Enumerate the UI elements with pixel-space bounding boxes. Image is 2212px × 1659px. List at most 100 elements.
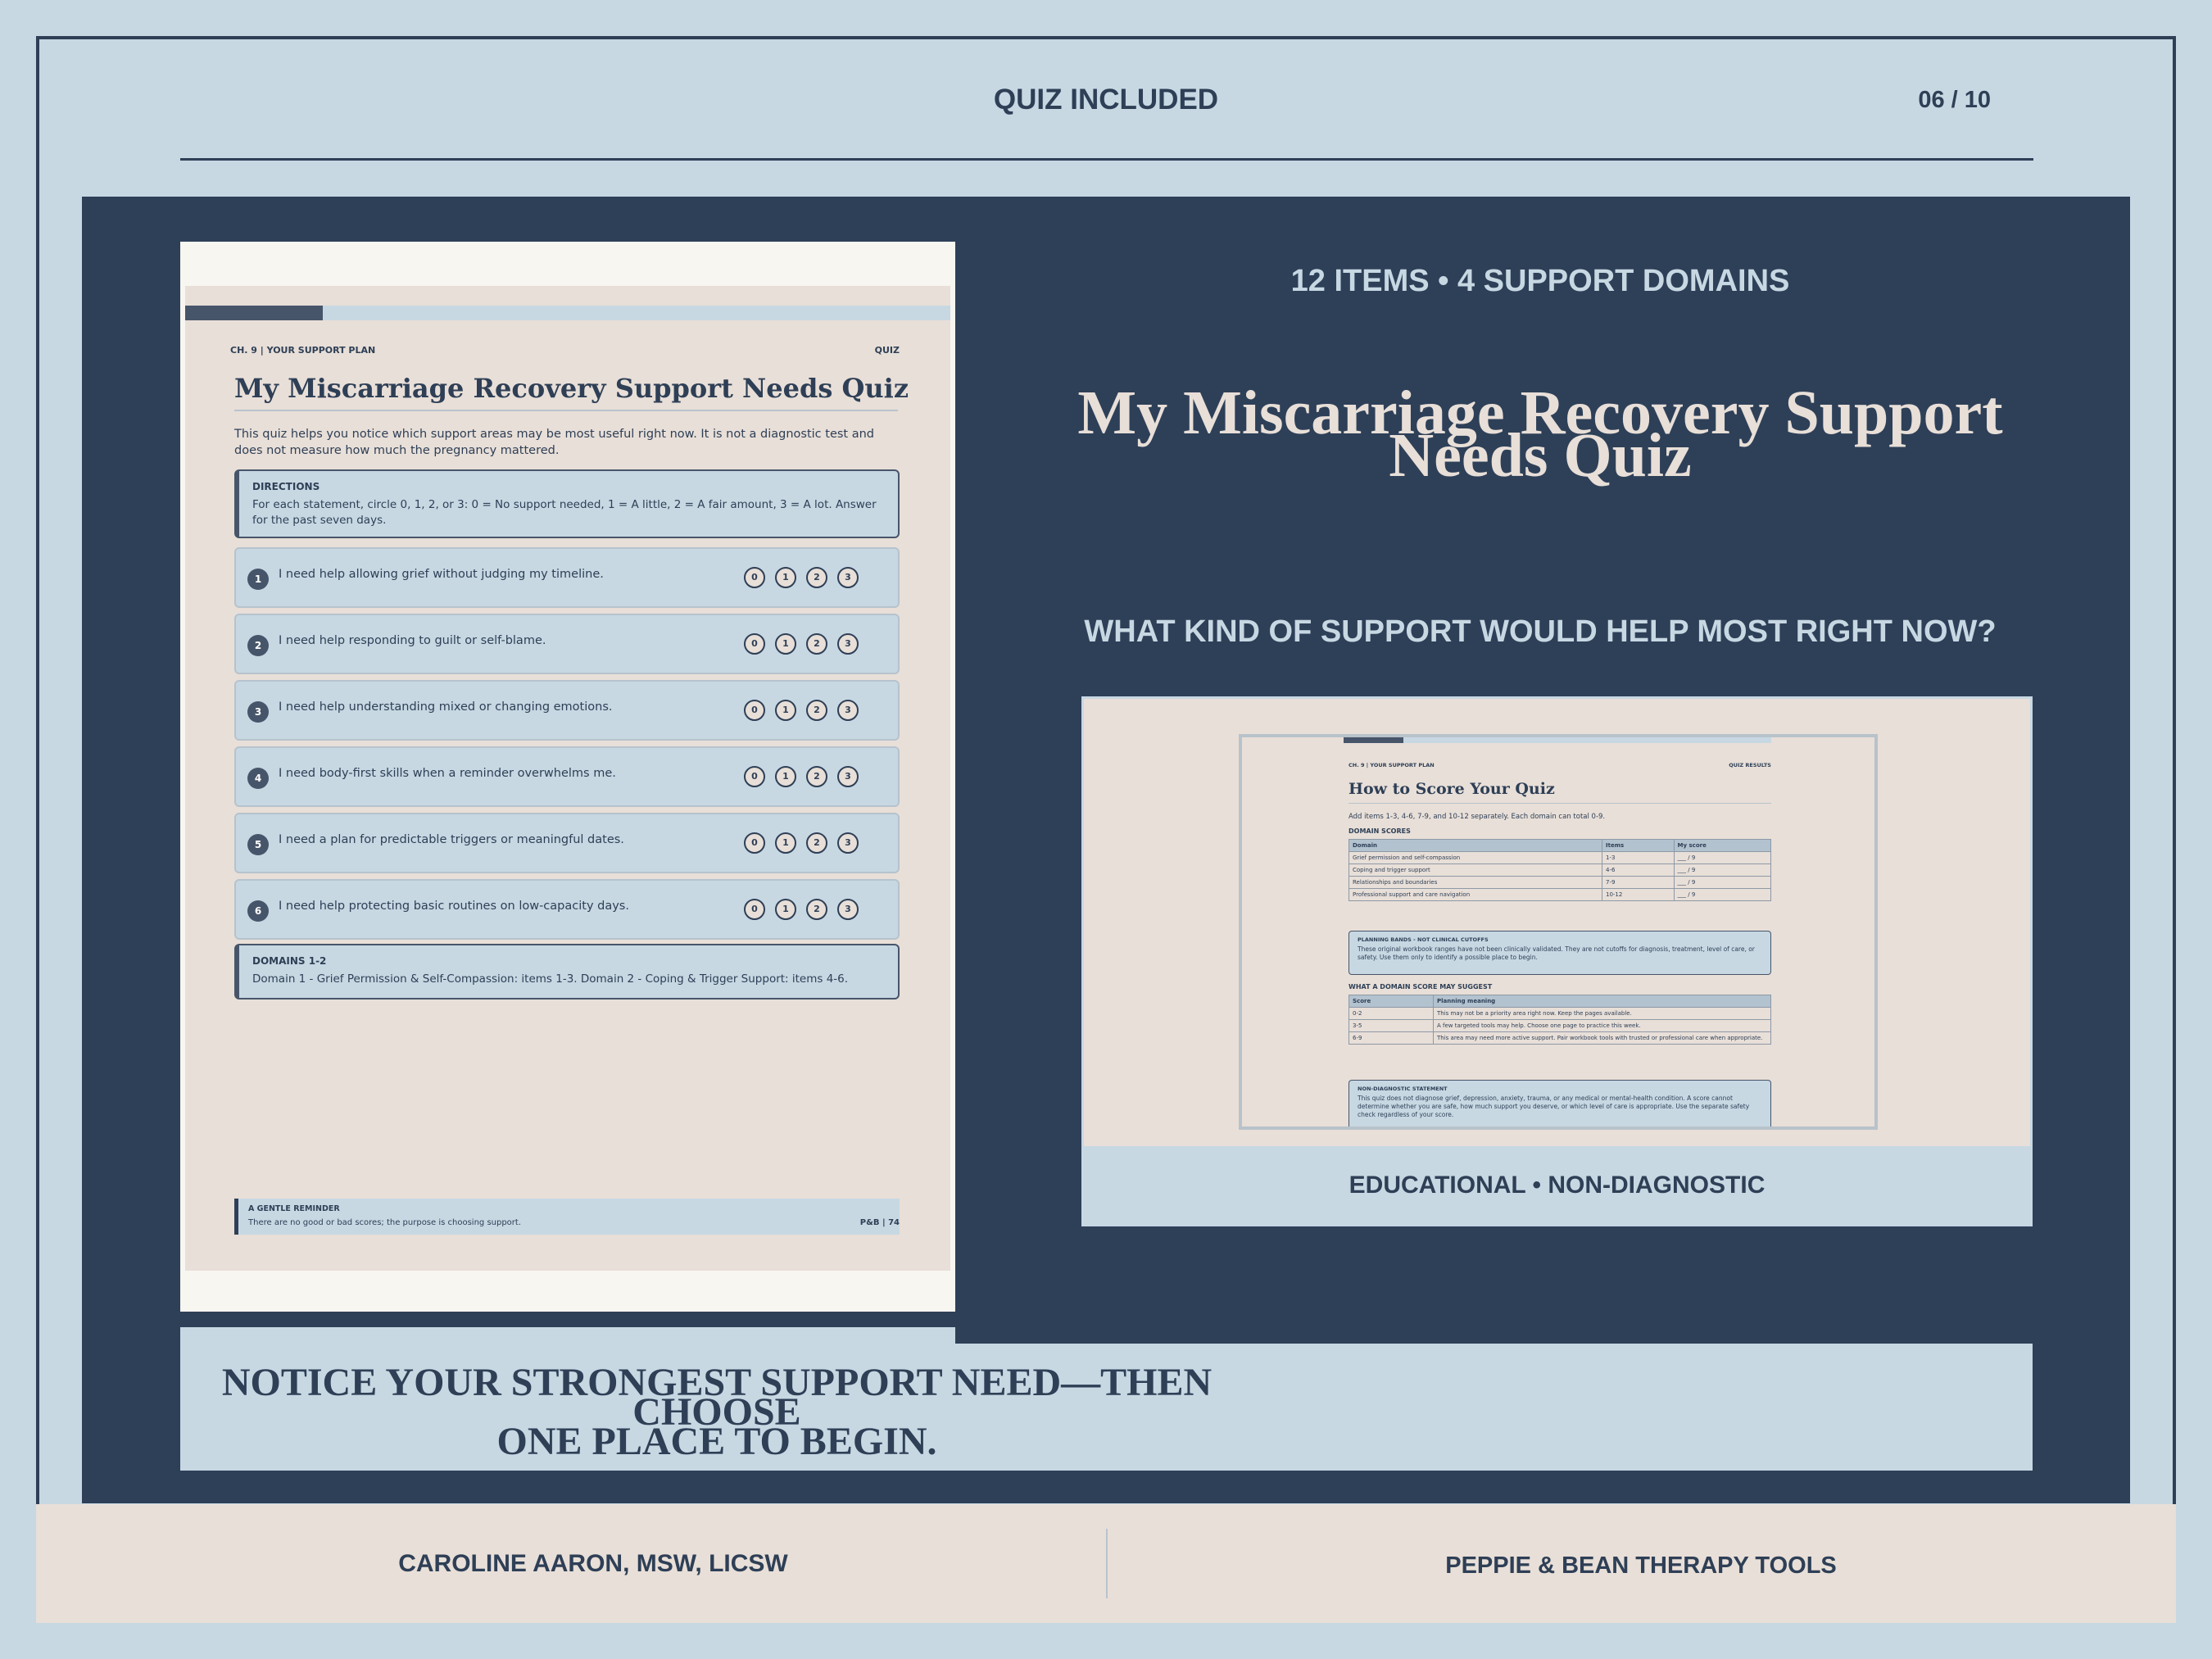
table-row: 0-2 This may not be a priority area right… [1349, 1007, 1771, 1020]
table-row: Grief permission and self-compassion 1-3 _… [1349, 851, 1772, 864]
table-row: Professional support and care navigation… [1349, 888, 1772, 901]
item-number-badge: 1 [247, 569, 269, 590]
rating-option-1[interactable]: 1 [775, 832, 796, 854]
item-number-badge: 2 [247, 635, 269, 656]
rating-option-0[interactable]: 0 [744, 899, 765, 920]
directions-title: DIRECTIONS [252, 481, 320, 492]
rating-option-2[interactable]: 2 [806, 766, 827, 787]
table-header-cell: Score [1349, 995, 1434, 1008]
rating-option-0[interactable]: 0 [744, 700, 765, 721]
table-row: 3-5 A few targeted tools may help. Choose… [1349, 1019, 1771, 1032]
rating-option-3[interactable]: 3 [837, 766, 859, 787]
results-preview-card: CH. 9 | YOUR SUPPORT PLAN QUIZ RESULTS H… [1081, 696, 2033, 1226]
domain-scores-heading: DOMAIN SCORES [1349, 827, 1411, 835]
rating-option-3[interactable]: 3 [837, 899, 859, 920]
items-domains-kicker: 12 ITEMS • 4 SUPPORT DOMAINS [1290, 264, 1790, 298]
item-number-badge: 6 [247, 900, 269, 922]
quiz-item: 3 I need help understanding mixed or chan… [234, 680, 900, 741]
rating-option-3[interactable]: 3 [837, 700, 859, 721]
score-meaning-table: Score Planning meaning 0-2 This may not be… [1349, 995, 1771, 1045]
table-cell: A few targeted tools may help. Choose on… [1433, 1019, 1771, 1032]
results-progress-fill [1344, 737, 1404, 743]
rating-option-1[interactable]: 1 [775, 766, 796, 787]
planning-bands-title: PLANNING BANDS - NOT CLINICAL CUTOFFS [1358, 936, 1489, 943]
item-number-badge: 4 [247, 768, 269, 789]
rating-option-3[interactable]: 3 [837, 633, 859, 655]
item-statement: I need help understanding mixed or chang… [279, 700, 613, 714]
item-statement: I need a plan for predictable triggers o… [279, 833, 624, 846]
domains-title: DOMAINS 1-2 [252, 955, 327, 967]
rating-options: 0123 [744, 633, 859, 655]
rating-options: 0123 [744, 899, 859, 920]
rating-option-3[interactable]: 3 [837, 567, 859, 588]
rating-option-0[interactable]: 0 [744, 766, 765, 787]
page-tag: QUIZ [874, 345, 900, 356]
table-cell: Professional support and care navigation [1349, 888, 1602, 901]
page-progress-bar [185, 306, 950, 320]
rating-options: 0123 [744, 567, 859, 588]
reminder-body: There are no good or bad scores; the pur… [248, 1218, 522, 1227]
rating-option-3[interactable]: 3 [837, 832, 859, 854]
table-cell: 7-9 [1602, 876, 1675, 889]
table-cell: 1-3 [1602, 851, 1675, 864]
item-statement: I need help protecting basic routines on… [279, 900, 629, 913]
non-diagnostic-box: NON-DIAGNOSTIC STATEMENT This quiz does … [1349, 1080, 1771, 1126]
table-row: Coping and trigger support 4-6 ___ / 9 [1349, 863, 1772, 877]
header-title: QUIZ INCLUDED [993, 84, 1219, 116]
table-cell: This may not be a priority area right no… [1433, 1007, 1771, 1020]
rating-option-0[interactable]: 0 [744, 832, 765, 854]
rating-option-2[interactable]: 2 [806, 700, 827, 721]
footer: CAROLINE AARON, MSW, LICSW PEPPIE & BEAN… [36, 1504, 2176, 1623]
page-progress-fill [185, 306, 324, 320]
item-number-badge: 3 [247, 701, 269, 723]
table-header-cell: Domain [1349, 839, 1602, 852]
rating-option-2[interactable]: 2 [806, 567, 827, 588]
rating-options: 0123 [744, 766, 859, 787]
rating-option-0[interactable]: 0 [744, 567, 765, 588]
domain-scores-table: Domain Items My score Grief permission and… [1349, 839, 1772, 901]
results-title: How to Score Your Quiz [1349, 780, 1555, 798]
table-cell: Coping and trigger support [1349, 863, 1602, 877]
preview-caption: EDUCATIONAL • NON-DIAGNOSTIC [1084, 1146, 2030, 1224]
chapter-label: CH. 9 | YOUR SUPPORT PLAN [230, 345, 376, 356]
table-cell: ___ / 9 [1673, 888, 1772, 901]
results-chapter-label: CH. 9 | YOUR SUPPORT PLAN [1349, 762, 1435, 768]
table-cell: 6-9 [1349, 1031, 1434, 1045]
table-cell: ___ / 9 [1673, 863, 1772, 877]
rating-option-1[interactable]: 1 [775, 567, 796, 588]
rating-option-1[interactable]: 1 [775, 700, 796, 721]
rating-option-2[interactable]: 2 [806, 633, 827, 655]
product-title: My Miscarriage Recovery Support Needs Qu… [1065, 382, 2015, 487]
rating-option-2[interactable]: 2 [806, 832, 827, 854]
quiz-item: 1 I need help allowing grief without judg… [234, 547, 900, 608]
call-to-action-banner: NOTICE YOUR STRONGEST SUPPORT NEED—THEN … [180, 1344, 2033, 1471]
rating-option-1[interactable]: 1 [775, 899, 796, 920]
domain-table-header: Domain Items My score [1349, 839, 1772, 852]
results-page-preview: CH. 9 | YOUR SUPPORT PLAN QUIZ RESULTS H… [1239, 734, 1878, 1130]
table-header-cell: Items [1602, 839, 1675, 852]
banner-text: NOTICE YOUR STRONGEST SUPPORT NEED—THEN … [180, 1363, 1253, 1462]
quiz-intro: This quiz helps you notice which support… [234, 428, 874, 457]
score-table-header: Score Planning meaning [1349, 995, 1771, 1008]
brand-name: PEPPIE & BEAN THERAPY TOOLS [1445, 1552, 1837, 1579]
results-tag: QUIZ RESULTS [1729, 762, 1771, 768]
support-question: WHAT KIND OF SUPPORT WOULD HELP MOST RIG… [1084, 614, 1997, 649]
rating-option-1[interactable]: 1 [775, 633, 796, 655]
table-cell: Grief permission and self-compassion [1349, 851, 1602, 864]
table-row: Relationships and boundaries 7-9 ___ / 9 [1349, 876, 1772, 889]
results-title-divider [1349, 803, 1771, 804]
quiz-item: 6 I need help protecting basic routines o… [234, 879, 900, 940]
table-row: 6-9 This area may need more active suppor… [1349, 1031, 1771, 1045]
rating-option-0[interactable]: 0 [744, 633, 765, 655]
quiz-item: 2 I need help responding to guilt or self… [234, 614, 900, 674]
table-header-cell: Planning meaning [1433, 995, 1771, 1008]
suggest-heading: WHAT A DOMAIN SCORE MAY SUGGEST [1349, 983, 1493, 990]
table-cell: Relationships and boundaries [1349, 876, 1602, 889]
rating-option-2[interactable]: 2 [806, 899, 827, 920]
table-cell: 4-6 [1602, 863, 1675, 877]
item-statement: I need body-first skills when a reminder… [279, 767, 616, 780]
gentle-reminder: A GENTLE REMINDER There are no good or b… [234, 1199, 900, 1235]
quiz-page-title: My Miscarriage Recovery Support Needs Qu… [234, 373, 909, 404]
results-progress-bar [1344, 737, 1771, 743]
title-divider [234, 410, 898, 411]
